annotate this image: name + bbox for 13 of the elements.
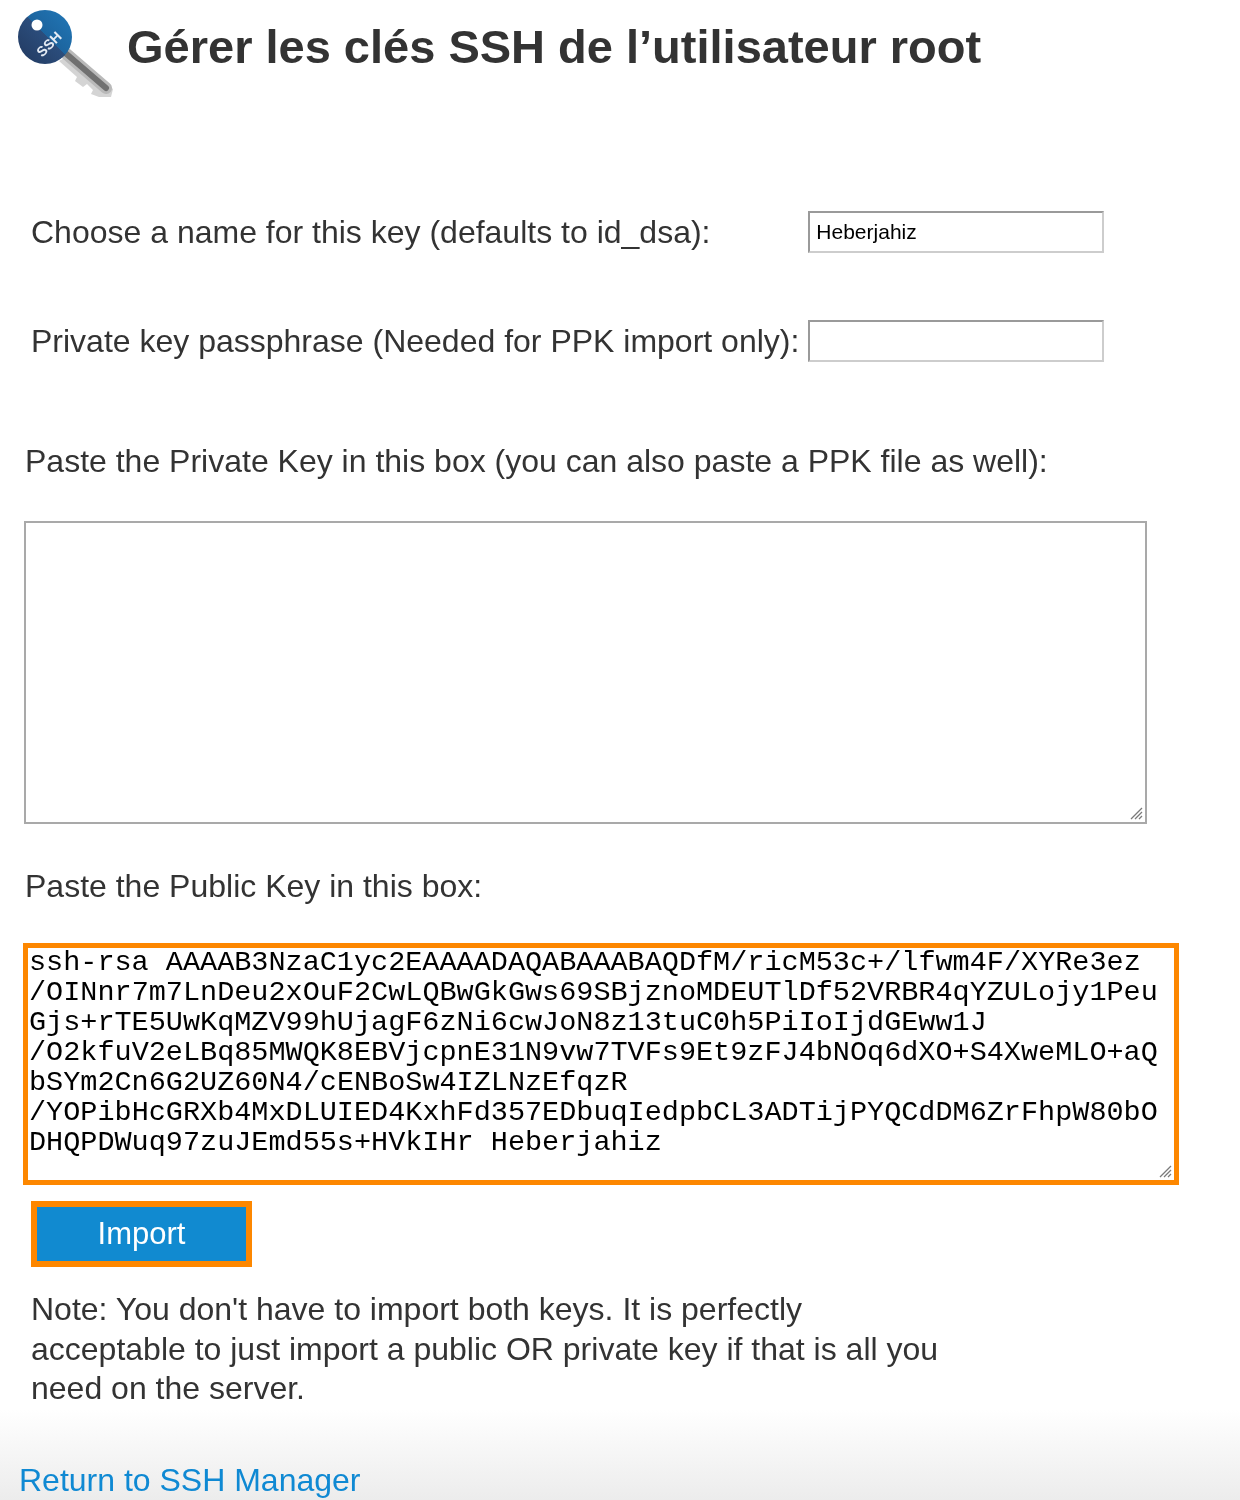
field-label: Choose a name for this key (defaults to id_dsa): [31,214,712,250]
private-key-field[interactable] [24,521,1147,824]
import-button[interactable]: Import [31,1201,252,1267]
page-title: Gérer les clés SSH de l’utilisateur root [127,19,982,75]
input-field[interactable] [808,320,1105,362]
resize-grip-icon[interactable] [1129,806,1143,820]
note-text: Note: You don't have to import both keys. It is perfectly acceptable to just import a public OR private key if that is all you need on the server. [31,1290,940,1408]
field-label: Paste the Public Key in this box: [25,868,483,904]
public-key-field[interactable]: ssh-rsa AAAAB3NzaC1yc2EAAAADAQABAAABAQDfM/ricM53c+/lfwm4F/XYRe3ez/OINnr7m7LnDeu2xOuF2CwLQBwGkGws69SBjznoMDEUTlDf52VRBR4qYZULojy1PeuGjs+rTE5UwKqMZV99hUjagF6zNi6cwJoN8z13tuC0h5PiIoIjdGEww1J/O2kfuV2eLBq85MWQK8EBVjcpnE31N9vw7TVFs9Et9zFJ4bNOq6dXO+S4XweMLO+aQbSYm2Cn6G2UZ60N4/cENBoSw4IZLNzEfqzR/YOPibHcGRXb4MxDLUIED4KxhFd357EDbuqIedpbCL3ADTijPYQCdDM6ZrFhpW80bODHQPDWuq97zuJEmd55s+HVkIHr Heberjahiz [23,943,1179,1185]
input-field[interactable]: Heberjahiz [808,211,1105,253]
field-label: Paste the Private Key in this box (you can also paste a PPK file as well): [25,443,1048,479]
field-label: Private key passphrase (Needed for PPK import only): [31,323,800,359]
resize-grip-icon[interactable] [1158,1164,1172,1178]
